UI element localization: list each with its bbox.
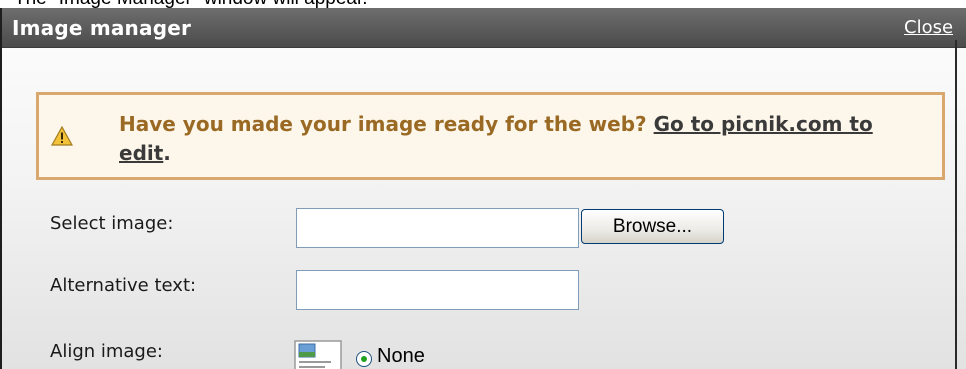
alt-text-label: Alternative text: [50,275,197,296]
image-manager-window: Image manager Close [0,8,966,369]
align-none-label: None [377,345,425,367]
align-none-image-icon [294,340,342,369]
window-title: Image manager [12,16,192,40]
notice-suffix: . [163,141,171,165]
browse-button[interactable]: Browse... [581,209,724,244]
alt-text-input[interactable] [296,270,579,310]
warning-icon [51,126,73,146]
notice-text: Have you made your image ready for the w… [119,110,919,168]
notice-box: Have you made your image ready for the w… [36,92,945,180]
align-none-radio[interactable] [356,351,372,367]
close-link[interactable]: Close [904,17,953,38]
window-right-border [955,40,957,369]
notice-message: Have you made your image ready for the w… [119,112,647,136]
align-image-label: Align image: [50,341,164,362]
select-image-label: Select image: [50,213,174,234]
select-image-input[interactable] [296,208,579,248]
window-titlebar: Image manager Close [2,8,966,48]
